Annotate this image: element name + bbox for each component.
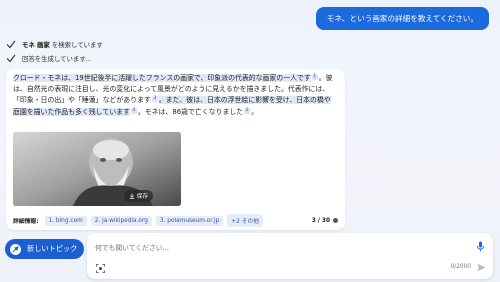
new-topic-label: 新しいトピック — [27, 244, 78, 253]
character-counter: 0/2000 — [450, 264, 471, 270]
references-label: 詳細情報: — [13, 219, 39, 225]
citation-badge[interactable]: 3 — [151, 96, 158, 103]
citation-badge[interactable]: 4 — [130, 107, 137, 114]
answer-sentence: クロード・モネは、19世紀後半に活躍したフランスの画家で、印象派の代表的な画家の… — [13, 74, 311, 82]
citation-badge[interactable]: 2 — [244, 107, 251, 114]
microphone-icon[interactable] — [476, 241, 485, 252]
answer-sentence: 。 — [251, 107, 258, 116]
search-keyword: モネ 画家 — [22, 40, 50, 49]
monet-photo[interactable]: 保存 — [13, 132, 181, 206]
image-search-icon[interactable] — [96, 264, 105, 273]
response-count-text: 3 / 30 — [311, 217, 330, 224]
checkmark-icon — [6, 40, 16, 49]
user-message-bubble: モネ、という画家の詳細を教えてください。 — [315, 7, 489, 30]
photo-image — [13, 132, 181, 206]
new-topic-button[interactable]: 新しいトピック — [5, 239, 84, 259]
reference-link[interactable]: 2. ja.wikipedia.org — [90, 215, 152, 226]
answer-text: クロード・モネは、19世紀後半に活躍したフランスの画家で、印象派の代表的な画家の… — [13, 73, 335, 118]
status-dot-icon — [333, 218, 338, 223]
answer-card: クロード・モネは、19世紀後半に活躍したフランスの画家で、印象派の代表的な画家の… — [6, 69, 345, 230]
chat-input-placeholder[interactable]: 何でも聞いてください... — [95, 242, 169, 252]
broom-icon — [10, 243, 21, 255]
reference-link[interactable]: 1. bing.com — [44, 215, 87, 226]
chat-input-box[interactable]: 何でも聞いてください... 0/2000 — [87, 233, 493, 279]
save-label: 保存 — [136, 194, 148, 200]
checkmark-icon — [6, 54, 16, 63]
answer-sentence: 。モネは、86歳で亡くなりました — [137, 107, 244, 116]
status-text: を検索しています — [49, 40, 103, 49]
reference-link[interactable]: 3. polamuseum.or.jp — [155, 215, 224, 226]
more-references-button[interactable]: +2 その他 — [227, 214, 264, 227]
status-text: 回答を生成しています... — [22, 54, 92, 63]
send-icon[interactable] — [477, 263, 486, 272]
save-image-button[interactable]: 保存 — [123, 190, 153, 202]
references-row: 詳細情報: 1. bing.com 2. ja.wikipedia.org 3.… — [13, 214, 338, 227]
status-searching: モネ 画家 を検索しています — [6, 39, 103, 49]
citation-badge[interactable]: 1 — [311, 74, 318, 80]
status-generating: 回答を生成しています... — [6, 53, 92, 63]
response-count: 3 / 30 — [312, 218, 338, 224]
save-icon — [129, 193, 134, 199]
